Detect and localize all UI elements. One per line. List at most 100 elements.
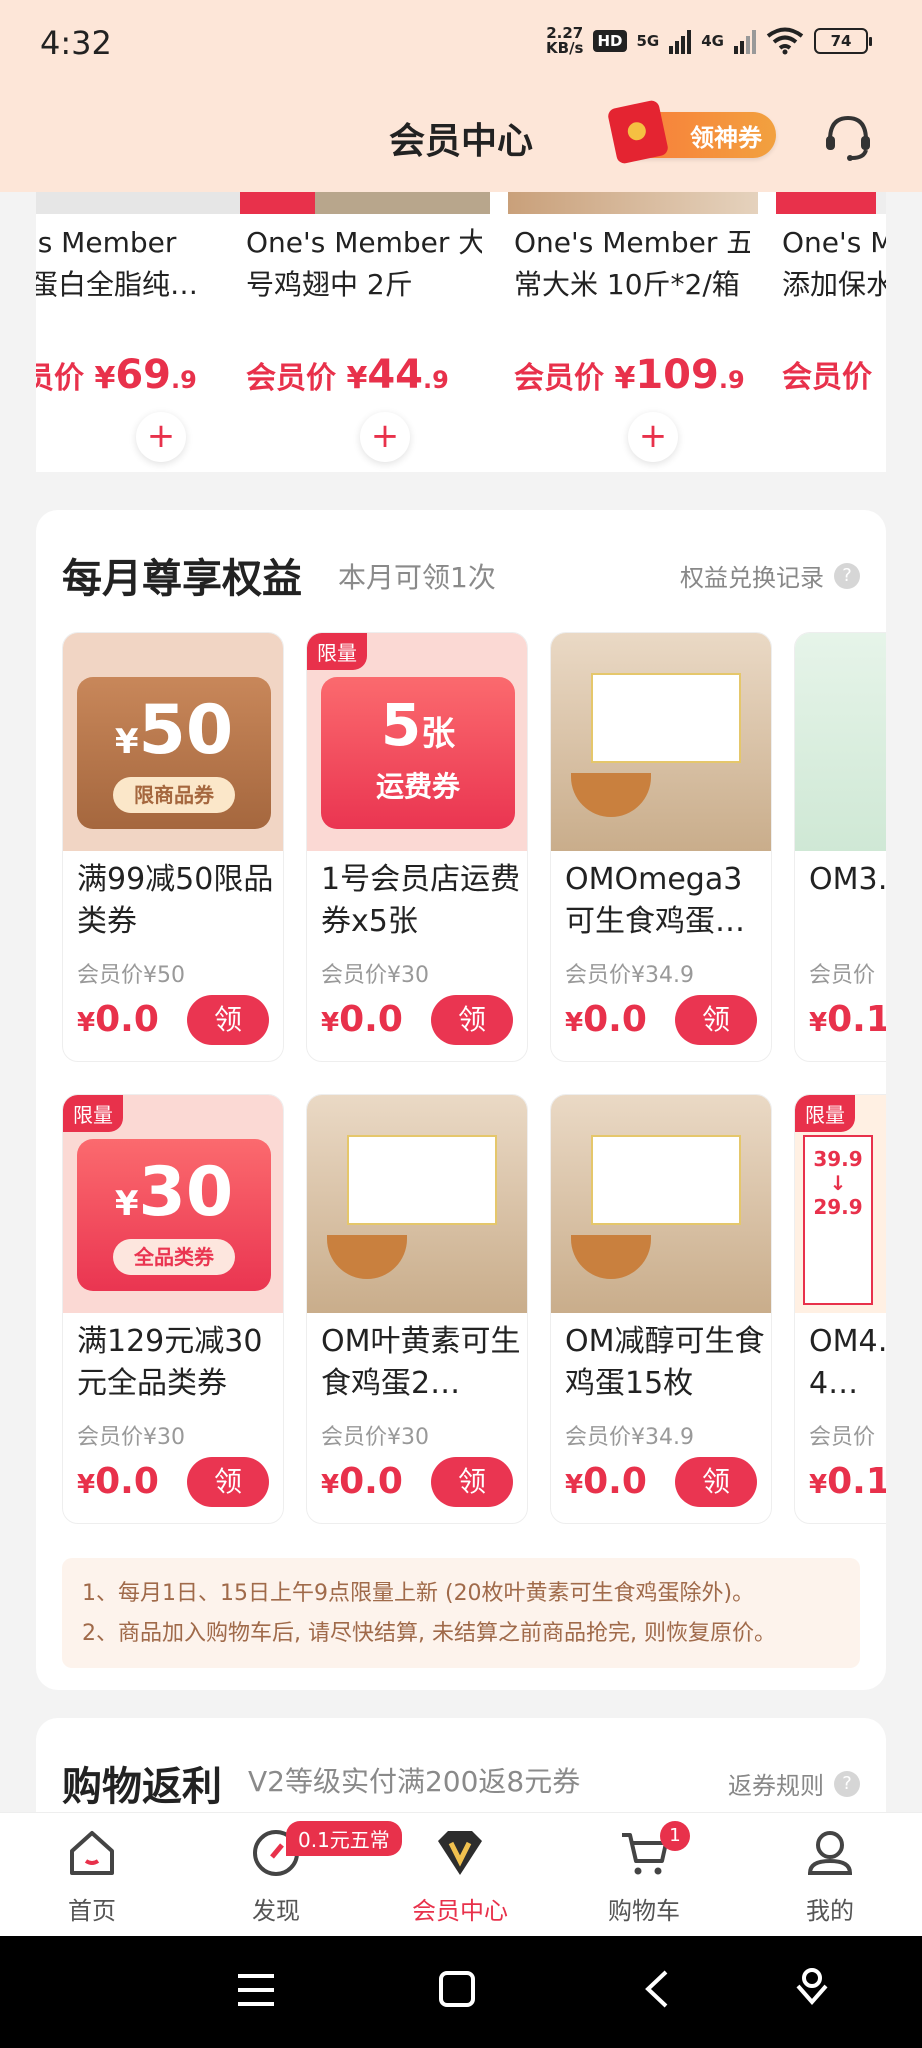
product-name-line1: 's Member [36,226,177,259]
benefit-card[interactable]: ¥50 限商品券 满99减50限品类券 会员价¥50 ¥0.0 领 [62,632,284,1062]
benefit-price: ¥0.0 [77,999,159,1040]
claim-button[interactable]: 领 [431,1457,513,1507]
coupon-amount: ¥50 [114,691,234,770]
benefit-price: ¥0.0 [565,999,647,1040]
benefit-price-value: 0.0 [95,999,159,1040]
product-image [795,633,886,851]
menu-icon[interactable] [236,1972,276,2008]
section-title: 每月尊享权益 [62,556,302,602]
help-icon[interactable]: ? [834,562,860,589]
price-dec: .9 [171,366,197,394]
limited-tag: 限量 [307,633,367,670]
discover-badge: 0.1元五常 [286,1821,402,1856]
benefit-card[interactable]: 39.9 ↓ 29.9 限量 OM4…鲜奶4… 会员价 ¥0.1 [794,1094,886,1524]
claim-button[interactable]: 领 [187,995,269,1045]
member-price-label: 会员价 [565,963,632,988]
benefit-price-value: 0.0 [339,999,403,1040]
nav-cart[interactable]: 购物车 [574,1813,714,1937]
monthly-benefits-section: 每月尊享权益 本月可领1次 权益兑换记录? ¥50 限商品券 满99减50限品类… [36,510,886,1690]
coupon-image: ¥50 限商品券 [63,633,283,851]
benefit-records-label: 权益兑换记录 [680,564,824,592]
add-to-cart-button[interactable]: + [360,412,410,462]
section-subtitle: 本月可领1次 [338,561,496,594]
home-square-icon[interactable] [438,1970,476,2008]
net-speed: 2.27 KB/s [546,26,583,56]
coupon-graphic: 5张 运费券 [321,677,515,829]
back-icon[interactable] [642,1968,672,2010]
benefit-price-value: 0.1 [827,1461,886,1502]
product-name-line2: 添加保水 [782,268,886,301]
member-price-value: ¥30 [387,1425,430,1450]
signal-icon-2 [734,28,756,54]
help-icon[interactable]: ? [834,1770,860,1797]
price-int: 69 [115,352,171,398]
coupon-label: 限商品券 [113,777,235,813]
customer-service-icon[interactable] [820,110,876,166]
benefit-price: ¥0.0 [77,1461,159,1502]
claim-button[interactable]: 领 [675,1457,757,1507]
product-card[interactable]: One's M 添加保水 会员价 [776,192,886,472]
benefit-card[interactable]: OM减醇可生食鸡蛋15枚 会员价¥34.9 ¥0.0 领 [550,1094,772,1524]
rebate-rules-label: 返券规则 [728,1772,824,1800]
claim-button[interactable]: 领 [675,995,757,1045]
assistant-icon[interactable] [792,1966,832,2010]
benefit-records-link[interactable]: 权益兑换记录? [680,558,860,593]
benefit-title: OM减醇可生食鸡蛋15枚 [565,1324,765,1401]
benefit-price-value: 0.0 [583,999,647,1040]
status-icons: 2.27 KB/s HD 5G 4G 74 [546,26,872,56]
product-name-line2: 蛋白全脂纯… [36,268,199,301]
egg-basket-graphic [327,1235,407,1279]
member-price-value: ¥34.9 [631,1425,694,1450]
member-price: 会员价¥30 [77,1419,185,1451]
product-price: 会员价 ¥109.9 [514,352,745,398]
member-price-label: 会员价 [77,963,144,988]
product-name-line1: One's Member 五 [514,226,750,259]
claim-button[interactable]: 领 [187,1457,269,1507]
product-card[interactable]: One's Member 五常大米 10斤*2/箱 会员价 ¥109.9 + [508,192,758,472]
member-price: 会员价¥50 [77,957,185,989]
status-bar: 4:32 2.27 KB/s HD 5G 4G 74 [0,0,922,92]
benefit-card[interactable]: OM叶黄素可生食鸡蛋2… 会员价¥30 ¥0.0 领 [306,1094,528,1524]
profile-icon [807,1831,853,1875]
egg-box-graphic [591,1135,741,1225]
system-nav-bar [0,1936,922,2048]
member-price-value: ¥50 [143,963,186,988]
benefit-card[interactable]: ¥30 全品类券 限量 满129元减30元全品类券 会员价¥30 ¥0.0 领 [62,1094,284,1524]
rebate-rules-link[interactable]: 返券规则? [728,1766,860,1801]
benefit-title: 1号会员店运费券x5张 [321,862,521,939]
promo-new-price: 29.9 [813,1195,863,1219]
benefit-card[interactable]: OM3…有机… 会员价 ¥0.1 [794,632,886,1062]
product-name-line2: 号鸡翅中 2斤 [246,268,413,301]
coupon-graphic: ¥50 限商品券 [77,677,271,829]
nav-home[interactable]: 首页 [22,1813,162,1937]
benefit-card[interactable]: OMOmega3可生食鸡蛋… 会员价¥34.9 ¥0.0 领 [550,632,772,1062]
arrow-down-icon: ↓ [829,1171,847,1195]
product-image [508,192,758,214]
nav-profile[interactable]: 我的 [760,1813,900,1937]
price-dec: .9 [718,366,745,394]
benefit-card[interactable]: 5张 运费券 限量 1号会员店运费券x5张 会员价¥30 ¥0.0 领 [306,632,528,1062]
product-image [551,633,771,851]
coupon-graphic: ¥30 全品类券 [77,1139,271,1291]
product-card[interactable]: One's Member 大号鸡翅中 2斤 会员价 ¥44.9 + [240,192,490,472]
coupon-label: 运费券 [375,770,460,803]
home-icon [70,1831,114,1875]
product-card[interactable]: 's Member 蛋白全脂纯… 员价 ¥69.9 + [36,192,256,472]
add-to-cart-button[interactable]: + [136,412,186,462]
price-int: 109 [635,352,719,398]
get-coupon-button[interactable]: 领神券 [606,99,776,165]
notice-line-1: 1、每月1日、15日上午9点限量上新 (20枚叶黄素可生食鸡蛋除外)。 [82,1581,755,1606]
nav-discover-label: 发现 [252,1897,300,1925]
coupon-amount: 5张 [321,691,515,759]
nav-cart-label: 购物车 [608,1897,680,1925]
product-name: One's M 添加保水 [782,222,886,306]
bottom-nav: 首页 发现 0.1元五常 会员中心 购物车 1 我的 [0,1812,922,1936]
benefit-price: ¥0.0 [321,1461,403,1502]
add-to-cart-button[interactable]: + [628,412,678,462]
battery-icon: 74 [814,28,872,54]
price-label: 会员价 [514,361,604,396]
coupon-amount-value: 5 [380,691,422,759]
product-price: 员价 ¥69.9 [36,352,197,398]
claim-button[interactable]: 领 [431,995,513,1045]
nav-member-center[interactable]: 会员中心 [390,1813,530,1937]
